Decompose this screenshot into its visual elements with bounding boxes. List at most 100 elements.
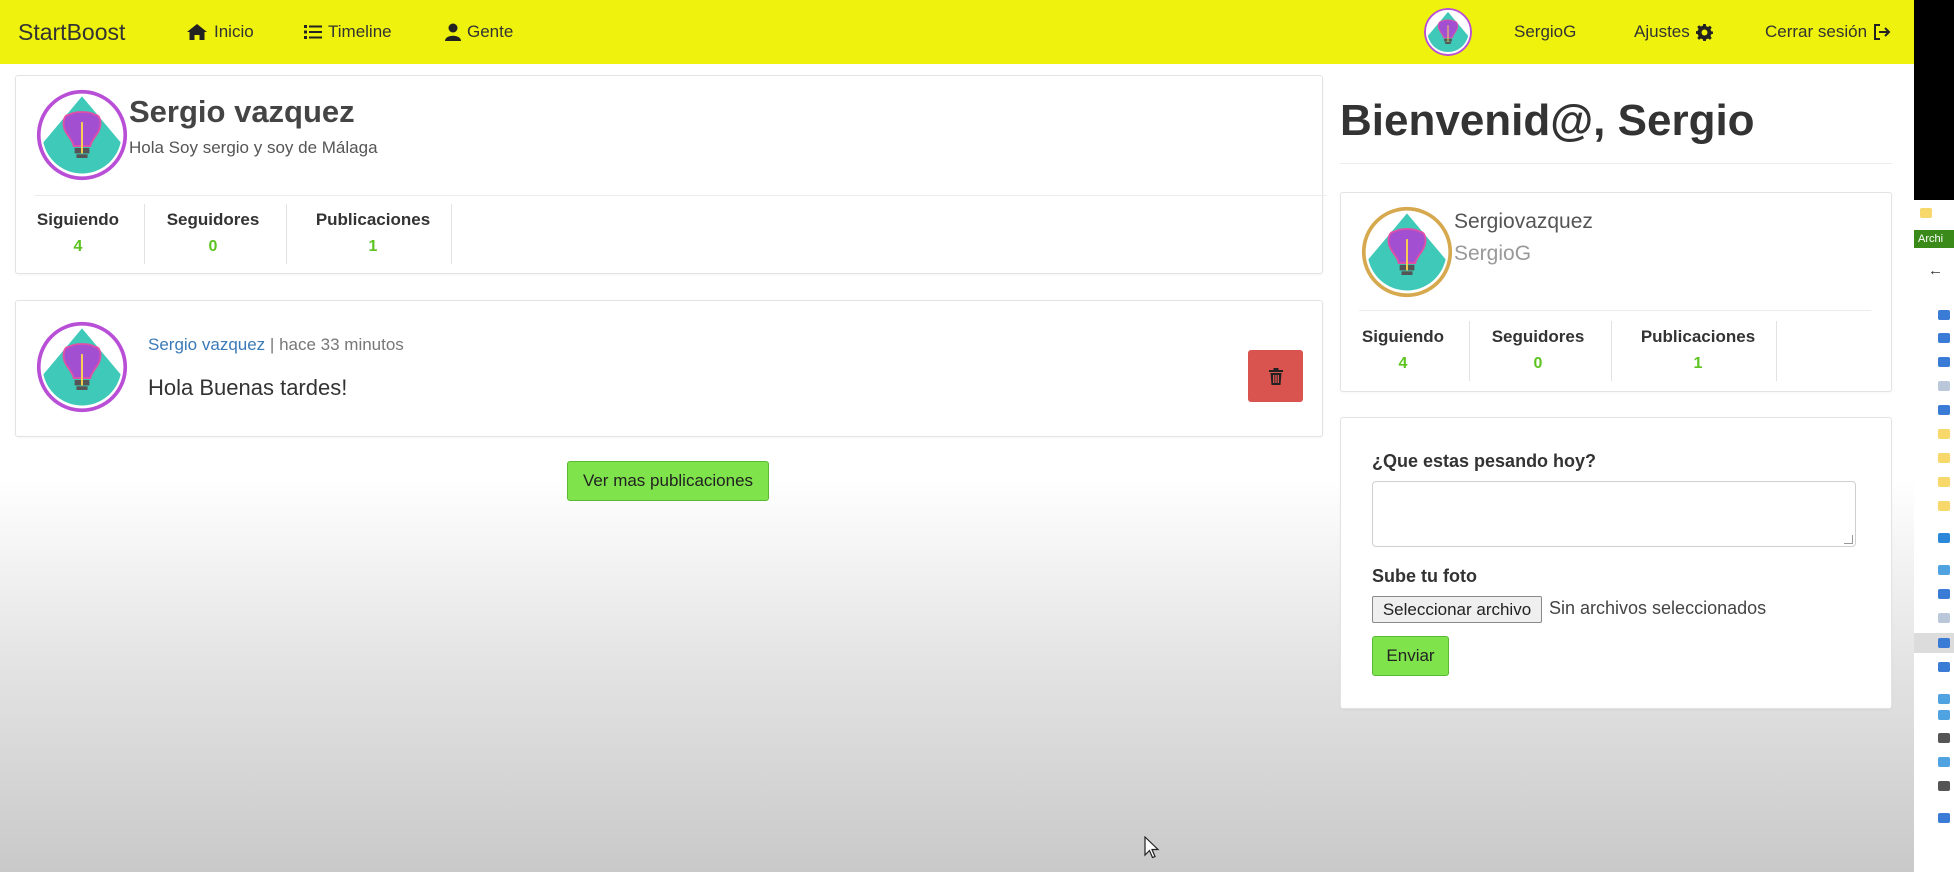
card-avatar[interactable] [1361,206,1453,298]
folder-icon [1938,501,1950,511]
folder-icon [1938,477,1950,487]
nav-item-timeline[interactable]: Timeline [304,22,392,42]
card-name: Sergiovazquez [1454,210,1593,233]
delete-post-button[interactable] [1248,350,1303,402]
music-icon [1938,662,1950,672]
file-select-button[interactable]: Seleccionar archivo [1372,596,1542,623]
resize-handle[interactable] [1844,535,1853,544]
post-meta-separator: | [265,335,280,354]
avatar-image [36,89,128,181]
nav-username-label: SergioG [1514,22,1577,41]
stat-value: 0 [208,238,218,255]
nav-item-label: Gente [467,22,514,41]
user-icon [445,23,461,41]
stat-value: 1 [1693,355,1703,372]
stat-label: Seguidores [166,210,260,229]
welcome-heading: Bienvenid@, Sergio [1340,96,1755,145]
adjacent-window: Archi ← [1914,0,1954,872]
folder-icon [1938,453,1950,463]
submit-button[interactable]: Enviar [1372,636,1449,676]
back-arrow-icon[interactable]: ← [1928,262,1943,279]
drive-icon [1938,733,1950,743]
cloud-icon [1938,533,1950,543]
stat-label: Publicaciones [315,210,431,229]
nav-item-label: Inicio [214,22,254,41]
document-icon [1938,381,1950,391]
computer-icon [1938,565,1950,575]
stat-label: Siguiendo [1361,327,1445,346]
post-textarea[interactable] [1372,481,1856,547]
window-dark-area [1914,0,1954,200]
image-icon [1938,405,1950,415]
profile-bio: Hola Soy sergio y soy de Málaga [129,138,378,157]
photo-label: Sube tu foto [1372,566,1477,586]
drive-icon [1938,710,1950,720]
post-card: Sergio vazquez | hace 33 minutos Hola Bu… [15,300,1323,437]
folder-icon [1938,429,1950,439]
download-icon [1938,357,1950,367]
home-icon [187,24,207,40]
brand-logo[interactable]: StartBoost [18,19,125,46]
profile-name: Sergio vazquez [129,94,355,129]
stat-label: Siguiendo [36,210,120,229]
stat-label: Seguidores [1491,327,1585,346]
stat-value: 0 [1533,355,1543,372]
post-text: Hola Buenas tardes! [148,375,348,400]
stat-value: 4 [1398,355,1408,372]
divider [34,195,1326,196]
list-icon [304,25,322,39]
document-icon [1938,613,1950,623]
image-icon [1938,638,1950,648]
divider [1611,321,1612,381]
network-icon [1938,757,1950,767]
download-icon [1938,589,1950,599]
post-author-link[interactable]: Sergio vazquez [148,335,265,354]
folder-icon [1920,208,1932,218]
divider [1469,321,1470,381]
drive-icon [1938,694,1950,704]
post-meta: Sergio vazquez | hace 33 minutos [148,335,404,355]
stat-seguidores[interactable]: Seguidores 0 [163,210,263,256]
stat-value: 1 [368,238,378,255]
post-question-label: ¿Que estas pesando hoy? [1372,451,1597,471]
profile-panel: Sergio vazquez Hola Soy sergio y soy de … [15,75,1326,274]
avatar-image [36,321,128,413]
profile-avatar [36,89,128,181]
nav-avatar[interactable] [1424,8,1472,56]
nav-settings[interactable]: Ajustes [1634,22,1713,42]
stat-siguiendo[interactable]: Siguiendo 4 [34,210,122,256]
divider [286,204,287,264]
divider [1776,321,1777,381]
card-stat-siguiendo[interactable]: Siguiendo 4 [1359,327,1447,373]
post-timestamp: hace 33 minutos [279,335,404,354]
card-stat-publicaciones[interactable]: Publicaciones 1 [1629,327,1767,373]
nav-item-gente[interactable]: Gente [445,22,513,42]
card-nickname: SergioG [1454,242,1532,265]
post-avatar[interactable] [36,321,128,413]
divider [1359,310,1871,311]
nav-logout[interactable]: Cerrar sesión [1765,22,1891,42]
card-stat-seguidores[interactable]: Seguidores 0 [1488,327,1588,373]
stat-publicaciones[interactable]: Publicaciones 1 [304,210,442,256]
window-tab[interactable]: Archi [1914,230,1954,248]
mouse-cursor-icon [1144,836,1160,859]
nav-logout-label: Cerrar sesión [1765,22,1868,41]
nav-item-inicio[interactable]: Inicio [186,22,254,42]
sign-out-icon [1874,24,1891,40]
divider [144,204,145,264]
user-card: Sergiovazquez SergioG Siguiendo 4 Seguid… [1340,192,1892,392]
avatar-image [1424,8,1472,56]
avatar-image [1361,206,1453,298]
file-status: Sin archivos seleccionados [1549,598,1767,618]
nav-username[interactable]: SergioG [1514,22,1576,42]
trash-icon [1268,367,1283,385]
nav-item-label: Timeline [328,22,392,41]
divider [1340,163,1892,164]
more-posts-button[interactable]: Ver mas publicaciones [567,461,769,501]
divider [451,204,452,264]
gear-icon [1695,23,1713,41]
star-icon [1938,310,1950,320]
drive-icon [1938,781,1950,791]
nav-settings-label: Ajustes [1634,22,1690,41]
desktop-icon [1938,333,1950,343]
